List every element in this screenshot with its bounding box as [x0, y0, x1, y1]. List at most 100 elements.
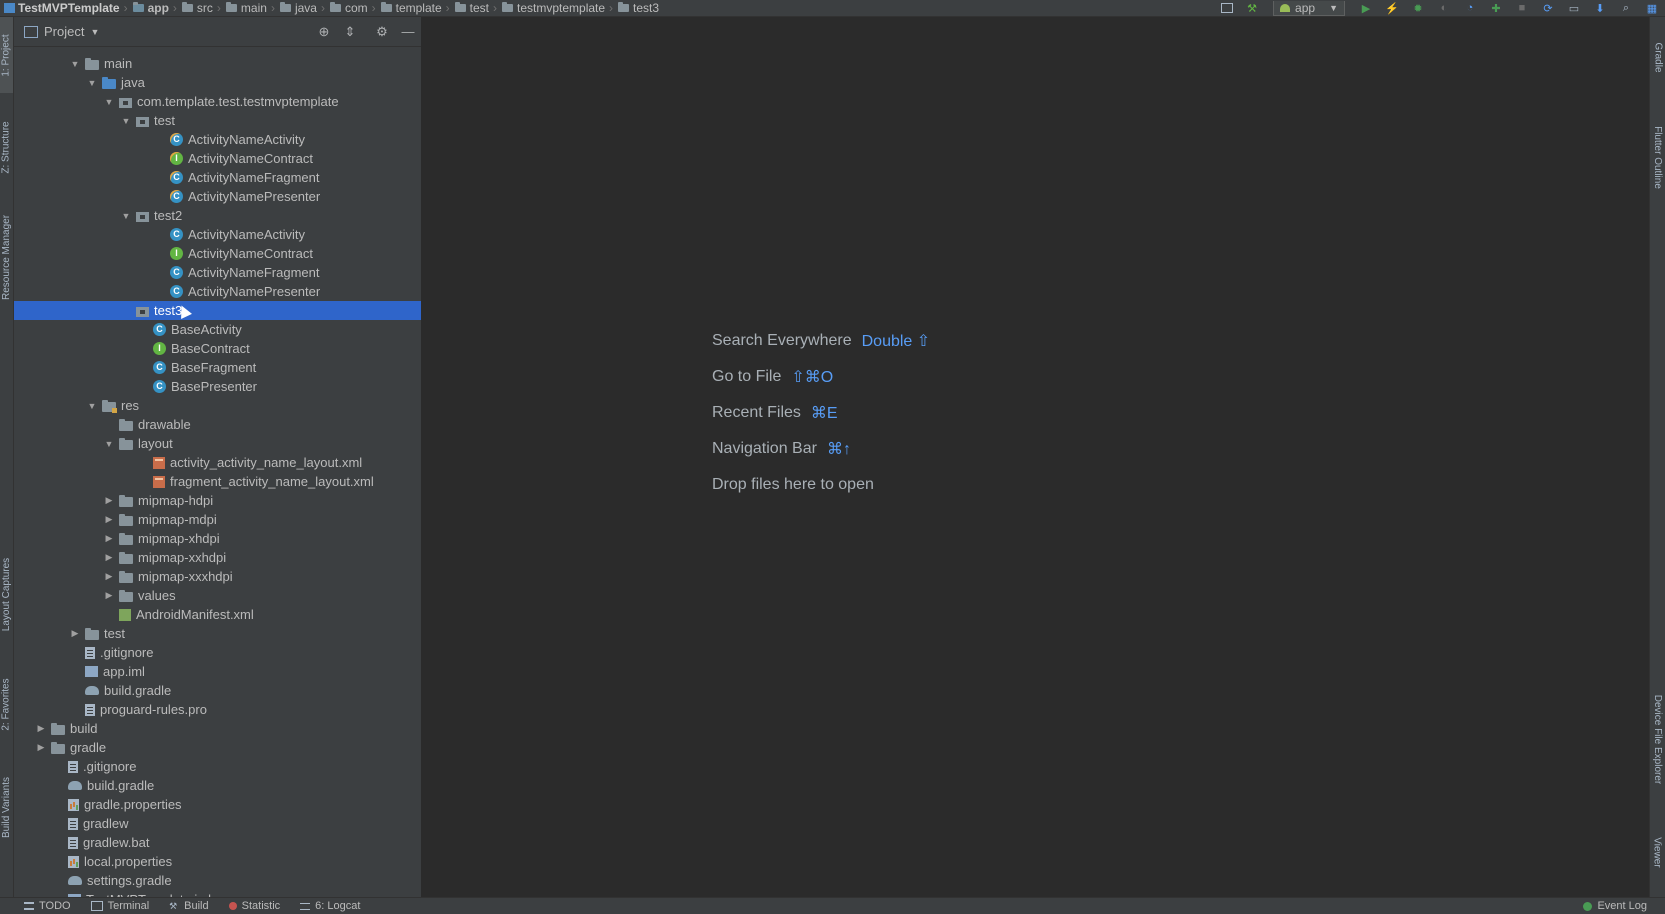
breadcrumb-item[interactable]: › testmvptemplate — [489, 1, 605, 15]
tree-item[interactable]: ▶IActivityNameContract — [14, 149, 421, 168]
chevron-right-icon[interactable]: ▶ — [103, 533, 115, 544]
chevron-down-icon[interactable]: ▼ — [120, 211, 132, 221]
tree-item[interactable]: ▶ mipmap-xxhdpi — [14, 548, 421, 567]
tab-project[interactable]: 1: Project — [0, 17, 13, 93]
tree-item[interactable]: ▶CActivityNameActivity — [14, 130, 421, 149]
event-log-button[interactable]: Event Log — [1583, 898, 1647, 914]
tree-item[interactable]: ▶IActivityNameContract — [14, 244, 421, 263]
chevron-down-icon[interactable]: ▼ — [86, 78, 98, 88]
breadcrumb-item[interactable]: › src — [169, 1, 213, 15]
project-structure-icon[interactable]: ▦ — [1645, 2, 1659, 15]
chevron-right-icon[interactable]: ▶ — [35, 723, 47, 734]
build-hammer-icon[interactable]: ⚒ — [1245, 2, 1259, 15]
tree-item[interactable]: ▶.gitignore — [14, 757, 421, 776]
tab-structure[interactable]: Z: Structure — [0, 107, 13, 187]
tab-resource-manager[interactable]: Resource Manager — [0, 202, 13, 312]
breadcrumb-item[interactable]: › template — [368, 1, 442, 15]
tree-item[interactable]: ▶ gradle — [14, 738, 421, 757]
tree-item[interactable]: ▶build.gradle — [14, 681, 421, 700]
tree-item[interactable]: ▶local.properties — [14, 852, 421, 871]
chevron-right-icon[interactable]: ▶ — [69, 628, 81, 639]
tree-item[interactable]: ▶drawable — [14, 415, 421, 434]
run-coverage-icon[interactable]: ◐ — [1437, 2, 1451, 14]
chevron-down-icon[interactable]: ▼ — [86, 401, 98, 411]
tree-item[interactable]: ▼ main — [14, 54, 421, 73]
minimize-icon[interactable]: — — [401, 24, 415, 39]
breadcrumb-item[interactable]: › java — [267, 1, 317, 15]
chevron-right-icon[interactable]: ▶ — [103, 495, 115, 506]
tree-item[interactable]: ▼ com.template.test.testmvptemplate — [14, 92, 421, 111]
tab-terminal[interactable]: Terminal — [90, 900, 149, 912]
tree-item[interactable]: ▶fragment_activity_name_layout.xml — [14, 472, 421, 491]
tree-item[interactable]: ▶activity_activity_name_layout.xml — [14, 453, 421, 472]
chevron-right-icon[interactable]: ▶ — [103, 590, 115, 601]
tree-item[interactable]: ▼ java — [14, 73, 421, 92]
tree-item[interactable]: ▶IBaseContract — [14, 339, 421, 358]
tab-build-variants[interactable]: Build Variants — [0, 762, 13, 852]
tab-build[interactable]: ⚒ Build — [169, 900, 208, 912]
tree-item[interactable]: ▶test3 — [14, 301, 421, 320]
tree-item[interactable]: ▶ test — [14, 624, 421, 643]
project-panel-title[interactable]: Project — [44, 24, 84, 39]
tree-item[interactable]: ▶app.iml — [14, 662, 421, 681]
tab-layout-captures[interactable]: Layout Captures — [0, 542, 13, 647]
chevron-right-icon[interactable]: ▶ — [103, 514, 115, 525]
chevron-down-icon[interactable]: ▼ — [103, 97, 115, 107]
profile-icon[interactable]: ◔ — [1463, 2, 1477, 14]
collapse-all-icon[interactable]: ⇕ — [343, 24, 357, 39]
tab-logcat[interactable]: 6: Logcat — [300, 900, 360, 912]
chevron-down-icon[interactable]: ▼ — [90, 27, 99, 37]
tab-device-file-explorer[interactable]: Device File Explorer — [1650, 672, 1665, 807]
layout-icon[interactable] — [1221, 3, 1234, 13]
tree-item[interactable]: ▶CActivityNamePresenter — [14, 282, 421, 301]
tree-item[interactable]: ▶CActivityNameFragment — [14, 263, 421, 282]
tree-item[interactable]: ▶AndroidManifest.xml — [14, 605, 421, 624]
breadcrumb-item[interactable]: › com — [317, 1, 368, 15]
debug-icon[interactable]: ✹ — [1411, 2, 1425, 15]
editor-empty-area[interactable] — [422, 17, 1648, 897]
chevron-right-icon[interactable]: ▶ — [103, 552, 115, 563]
tree-item[interactable]: ▶ mipmap-mdpi — [14, 510, 421, 529]
breadcrumb-item[interactable]: › main — [213, 1, 267, 15]
attach-debugger-icon[interactable]: ✚ — [1489, 2, 1503, 15]
tree-item[interactable]: ▶gradlew.bat — [14, 833, 421, 852]
search-icon[interactable]: ⌕ — [1619, 2, 1633, 14]
breadcrumb-item[interactable]: › app — [120, 1, 169, 15]
run-icon[interactable]: ▶ — [1359, 2, 1373, 15]
chevron-down-icon[interactable]: ▼ — [103, 439, 115, 449]
tree-item[interactable]: ▶.gitignore — [14, 643, 421, 662]
tree-item[interactable]: ▼ res — [14, 396, 421, 415]
breadcrumb-item[interactable]: › test3 — [605, 1, 659, 15]
tab-statistic[interactable]: Statistic — [228, 900, 280, 912]
tree-item[interactable]: ▶CBaseActivity — [14, 320, 421, 339]
sync-gradle-icon[interactable]: ⟳ — [1541, 2, 1555, 15]
tree-item[interactable]: ▶ mipmap-xhdpi — [14, 529, 421, 548]
tab-todo[interactable]: TODO — [24, 900, 71, 912]
stop-icon[interactable]: ■ — [1515, 2, 1529, 14]
tree-item[interactable]: ▶CActivityNamePresenter — [14, 187, 421, 206]
tree-item[interactable]: ▼ test — [14, 111, 421, 130]
tree-item[interactable]: ▶CBasePresenter — [14, 377, 421, 396]
tree-item[interactable]: ▶CBaseFragment — [14, 358, 421, 377]
tree-item[interactable]: ▶proguard-rules.pro — [14, 700, 421, 719]
tree-item[interactable]: ▶build.gradle — [14, 776, 421, 795]
tab-flutter-outline[interactable]: Flutter Outline — [1650, 107, 1665, 207]
apply-changes-icon[interactable]: ⚡ — [1385, 2, 1399, 15]
avd-manager-icon[interactable]: ▭ — [1567, 2, 1581, 15]
tree-item[interactable]: ▶ mipmap-hdpi — [14, 491, 421, 510]
tree-item[interactable]: ▶gradle.properties — [14, 795, 421, 814]
tree-item[interactable]: ▶gradlew — [14, 814, 421, 833]
tree-item[interactable]: ▶ values — [14, 586, 421, 605]
tree-item[interactable]: ▼ layout — [14, 434, 421, 453]
chevron-right-icon[interactable]: ▶ — [35, 742, 47, 753]
locate-icon[interactable]: ⊕ — [317, 24, 331, 39]
tab-favorites[interactable]: 2: Favorites — [0, 662, 13, 747]
chevron-right-icon[interactable]: ▶ — [103, 571, 115, 582]
tree-item[interactable]: ▶ build — [14, 719, 421, 738]
sdk-manager-icon[interactable]: ⬇ — [1593, 2, 1607, 15]
tree-item[interactable]: ▶CActivityNameActivity — [14, 225, 421, 244]
tree-item[interactable]: ▶settings.gradle — [14, 871, 421, 890]
chevron-down-icon[interactable]: ▼ — [69, 59, 81, 69]
run-config-dropdown[interactable]: app ▼ — [1273, 0, 1345, 16]
gear-icon[interactable]: ⚙ — [375, 24, 389, 39]
